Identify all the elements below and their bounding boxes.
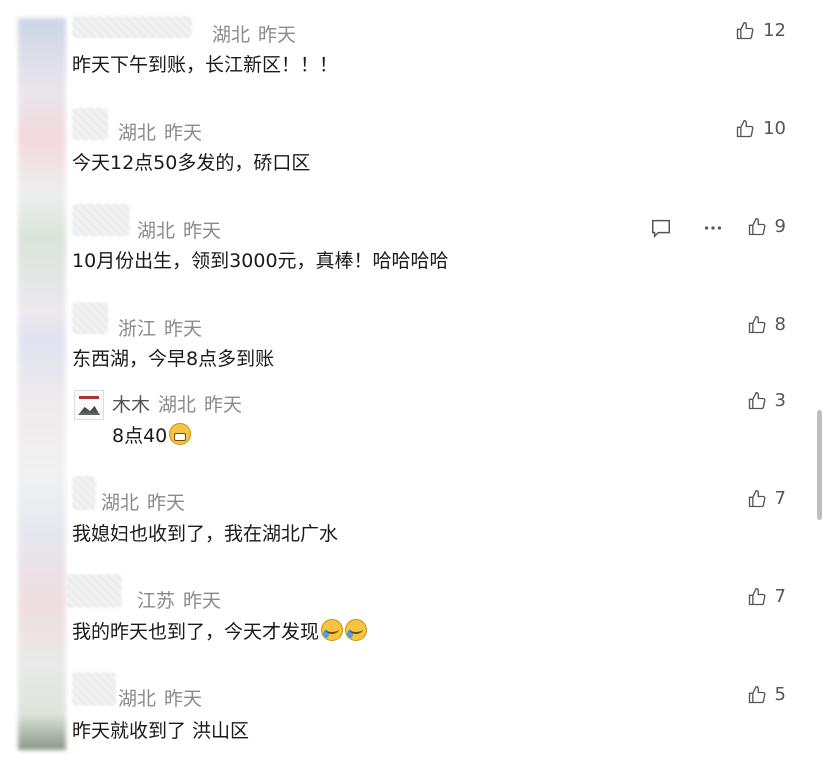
comment-item: 浙江 昨天 东西湖，今早8点多到账 8 — [0, 302, 822, 392]
avatar[interactable] — [72, 108, 108, 140]
like-button[interactable]: 8 — [747, 314, 786, 335]
reply-text-row: 8点40 — [112, 421, 192, 448]
like-button[interactable]: 12 — [735, 20, 786, 41]
comment-time: 昨天 — [147, 492, 186, 514]
reply-avatar[interactable] — [74, 390, 104, 420]
comment-item: 湖北 昨天 昨天就收到了 洪山区 5 — [0, 672, 822, 762]
comment-time: 昨天 — [183, 590, 222, 612]
avatar[interactable] — [66, 574, 122, 608]
comment-text-row: 我的昨天也到了，今天才发现 — [72, 617, 368, 644]
avatar[interactable] — [72, 16, 192, 38]
thumbs-up-icon — [748, 489, 765, 507]
like-count: 10 — [763, 118, 786, 139]
reply-text: 8点40 — [112, 425, 168, 447]
comment-text: 我的昨天也到了，今天才发现 — [72, 621, 320, 643]
user-region: 湖北 — [212, 24, 251, 46]
more-dots-icon[interactable] — [702, 217, 724, 239]
comment-meta: 湖北 昨天 — [101, 488, 185, 515]
crying-laughing-emoji — [321, 619, 344, 641]
thumbs-up-icon — [748, 685, 765, 703]
reply-username[interactable]: 木木 — [112, 394, 150, 416]
comment-item: 湖北 昨天 10月份出生，领到3000元，真棒！哈哈哈哈 9 — [0, 204, 822, 294]
like-count: 12 — [763, 20, 786, 41]
avatar[interactable] — [72, 672, 116, 706]
user-region: 湖北 — [118, 122, 157, 144]
comment-text: 今天12点50多发的，硚口区 — [72, 152, 311, 174]
comment-meta: 湖北 昨天 — [137, 216, 221, 243]
like-count: 3 — [774, 390, 786, 411]
comment-time: 昨天 — [183, 220, 222, 242]
comment-time: 昨天 — [258, 24, 297, 46]
user-region: 湖北 — [137, 220, 176, 242]
avatar[interactable] — [72, 302, 108, 334]
reply-meta: 木木 湖北 昨天 — [112, 390, 242, 417]
user-region: 浙江 — [118, 318, 157, 340]
comment-time: 昨天 — [164, 122, 203, 144]
like-button[interactable]: 10 — [735, 118, 786, 139]
comment-icon[interactable] — [650, 217, 672, 239]
like-count: 7 — [774, 586, 786, 607]
like-button[interactable]: 9 — [747, 216, 786, 237]
like-button[interactable]: 7 — [747, 586, 786, 607]
comment-item: 湖北 昨天 昨天下午到账，长江新区！！！ 12 — [0, 12, 822, 102]
comment-text: 我媳妇也收到了，我在湖北广水 — [72, 523, 339, 545]
comment-tools — [650, 217, 724, 239]
comment-meta: 湖北 昨天 — [118, 118, 202, 145]
comment-text: 东西湖，今早8点多到账 — [72, 348, 275, 370]
like-button[interactable]: 3 — [747, 390, 786, 411]
thumbs-up-icon — [748, 587, 765, 605]
like-button[interactable]: 7 — [747, 488, 786, 509]
crying-laughing-emoji — [345, 619, 368, 641]
grinning-face-emoji — [169, 423, 192, 445]
comment-text: 昨天就收到了 洪山区 — [72, 720, 250, 742]
avatar[interactable] — [72, 476, 96, 510]
user-region: 江苏 — [137, 590, 176, 612]
comment-item: 湖北 昨天 今天12点50多发的，硚口区 10 — [0, 106, 822, 196]
comment-meta: 浙江 昨天 — [118, 314, 202, 341]
comment-time: 昨天 — [164, 688, 203, 710]
like-button[interactable]: 5 — [747, 684, 786, 705]
comment-time: 昨天 — [164, 318, 203, 340]
user-region: 湖北 — [101, 492, 140, 514]
thumbs-up-icon — [748, 391, 765, 409]
comment-meta: 湖北 昨天 — [118, 684, 202, 711]
thumbs-up-icon — [748, 217, 765, 235]
user-region: 湖北 — [118, 688, 157, 710]
like-count: 5 — [774, 684, 786, 705]
user-region: 湖北 — [158, 394, 197, 416]
thumbs-up-icon — [736, 119, 754, 137]
comment-item: 湖北 昨天 我媳妇也收到了，我在湖北广水 7 — [0, 476, 822, 566]
like-count: 8 — [774, 314, 786, 335]
comment-item: 江苏 昨天 我的昨天也到了，今天才发现 7 — [0, 574, 822, 664]
comment-meta: 湖北 昨天 — [212, 20, 296, 47]
like-count: 9 — [774, 216, 786, 237]
thumbs-up-icon — [748, 315, 765, 333]
comment-text: 10月份出生，领到3000元，真棒！哈哈哈哈 — [72, 250, 449, 272]
comment-time: 昨天 — [204, 394, 243, 416]
comment-text: 昨天下午到账，长江新区！！！ — [72, 54, 339, 76]
avatar[interactable] — [72, 204, 130, 236]
scrollbar[interactable] — [817, 410, 822, 520]
like-count: 7 — [774, 488, 786, 509]
thumbs-up-icon — [736, 21, 754, 39]
comment-meta: 江苏 昨天 — [137, 586, 221, 613]
